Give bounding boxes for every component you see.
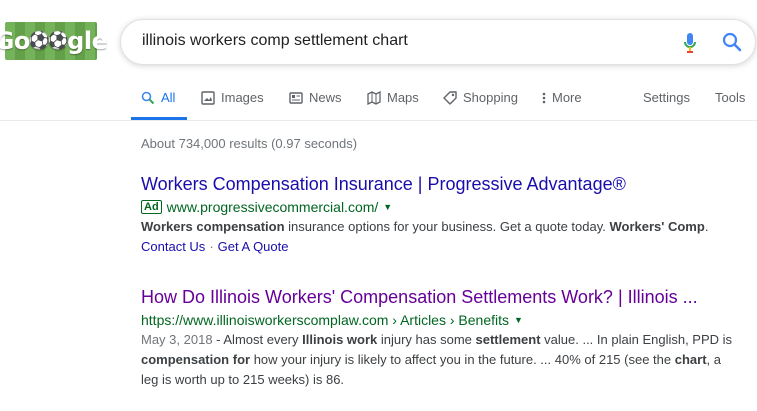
result-stats: About 734,000 results (0.97 seconds): [141, 136, 358, 151]
logo-text-gle: gle: [67, 27, 108, 55]
tag-icon: [443, 90, 457, 105]
tab-shopping[interactable]: Shopping: [443, 90, 518, 105]
snippet-text: , a: [706, 352, 721, 367]
snippet-text: .: [704, 219, 709, 234]
tab-maps[interactable]: Maps: [367, 90, 419, 105]
tab-news[interactable]: News: [289, 90, 342, 105]
tab-label: Images: [221, 90, 264, 105]
tab-images[interactable]: Images: [201, 90, 264, 105]
ad-badge: Ad: [141, 200, 162, 214]
tab-more[interactable]: More: [542, 90, 582, 105]
tab-label: Shopping: [463, 90, 518, 105]
tools-label: Tools: [715, 90, 746, 105]
snippet-text: insurance options for your business. Get…: [284, 219, 610, 234]
search-result: How Do Illinois Workers' Compensation Se…: [141, 286, 741, 390]
logo-text-go: Go: [0, 27, 30, 55]
google-logo[interactable]: Go ⚽ ⚽ gle: [0, 22, 108, 60]
result-url-row: Ad www.progressivecommercial.com/ ▼: [141, 197, 741, 217]
snippet-text: injury has some: [377, 332, 476, 347]
result-url-row: https://www.illinoisworkerscomplaw.com ›…: [141, 310, 741, 330]
tab-all[interactable]: All: [141, 90, 175, 105]
tab-label: News: [309, 90, 342, 105]
search-icon: [141, 91, 155, 104]
result-url[interactable]: www.progressivecommercial.com/: [167, 197, 379, 217]
snippet-text: how your injury is likely to affect you …: [250, 352, 675, 367]
news-icon: [289, 91, 303, 104]
result-url[interactable]: https://www.illinoisworkerscomplaw.com ›…: [141, 310, 509, 330]
tab-label: Maps: [387, 90, 419, 105]
search-tabs: All Images News Maps Shopping More Setti…: [0, 84, 757, 120]
sitelinks: Contact Us · Get A Quote: [141, 237, 741, 257]
header-divider: [0, 120, 757, 121]
dropdown-caret-icon[interactable]: ▼: [383, 197, 392, 217]
tab-label: All: [161, 90, 176, 105]
snippet-bold: compensation for: [141, 352, 251, 367]
search-input[interactable]: illinois workers comp settlement chart: [142, 32, 408, 50]
tab-label: More: [552, 90, 582, 105]
snippet-bold: Workers compensation: [141, 219, 285, 234]
snippet-bold: settlement: [475, 332, 541, 347]
result-title-link[interactable]: Workers Compensation Insurance | Progres…: [141, 173, 741, 195]
snippet-bold: chart: [674, 352, 707, 367]
microphone-icon[interactable]: [683, 32, 697, 59]
snippet-bold: Illinois work: [302, 332, 378, 347]
map-icon: [367, 90, 381, 105]
kebab-icon: [542, 92, 546, 103]
result-title-link[interactable]: How Do Illinois Workers' Compensation Se…: [141, 286, 741, 308]
settings-label: Settings: [643, 90, 690, 105]
snippet-bold: Workers' Comp: [609, 219, 705, 234]
sitelink-get-a-quote[interactable]: Get A Quote: [218, 239, 289, 254]
tools-link[interactable]: Tools: [715, 90, 745, 105]
image-icon: [201, 90, 215, 105]
settings-link[interactable]: Settings: [643, 90, 690, 105]
result-snippet: Workers compensation insurance options f…: [141, 217, 741, 237]
snippet-text: value. ... In plain English, PPD is: [540, 332, 733, 347]
snippet-text: - Almost every: [212, 332, 303, 347]
soccer-ball-icon: ⚽: [28, 31, 50, 51]
search-result-ad: Workers Compensation Insurance | Progres…: [141, 173, 741, 257]
separator-dot: ·: [209, 239, 214, 254]
result-snippet: May 3, 2018 - Almost every Illinois work…: [141, 330, 741, 390]
search-box[interactable]: illinois workers comp settlement chart: [120, 19, 756, 65]
snippet-text: leg is worth up to 215 weeks) is 86.: [141, 372, 345, 387]
search-icon[interactable]: [721, 31, 743, 58]
sitelink-contact-us[interactable]: Contact Us: [141, 239, 205, 254]
dropdown-caret-icon[interactable]: ▼: [514, 310, 523, 330]
snippet-date: May 3, 2018: [141, 332, 213, 347]
soccer-ball-icon: ⚽: [47, 31, 69, 51]
